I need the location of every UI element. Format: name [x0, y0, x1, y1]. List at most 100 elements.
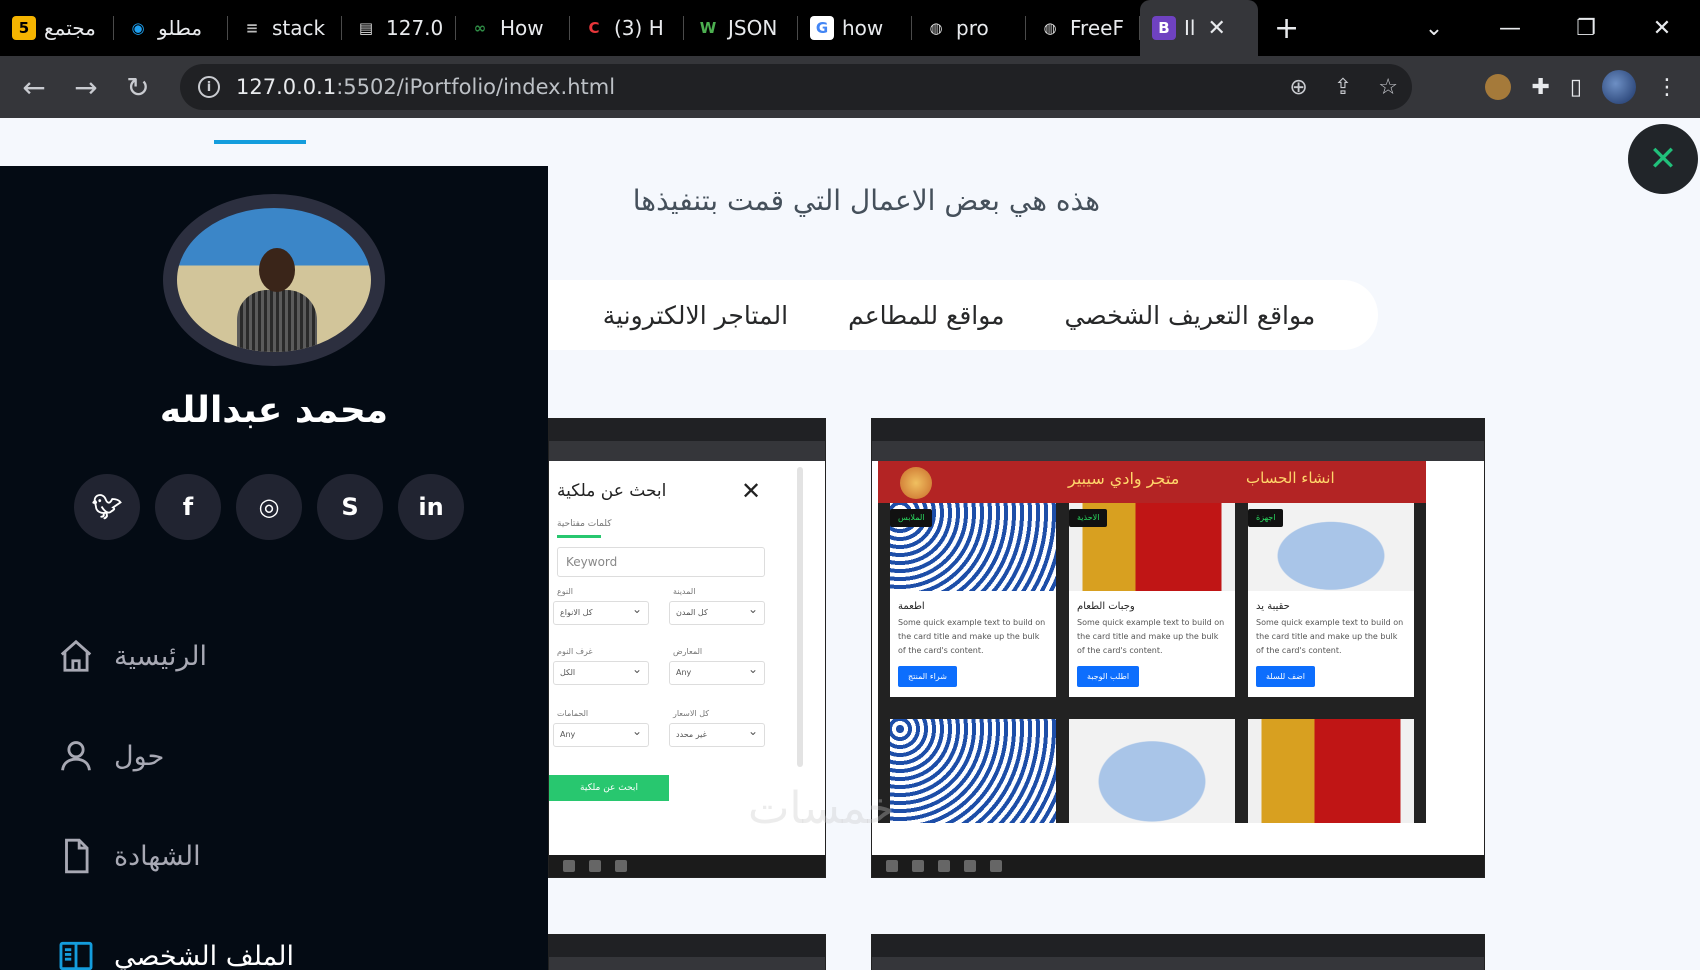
browser-tab[interactable]: ≡ stack — [228, 0, 342, 56]
mini-toolbar — [549, 441, 825, 461]
tab-title: stack — [272, 16, 326, 40]
mini-tab-bar — [872, 935, 1484, 957]
extension-icon[interactable] — [1485, 74, 1512, 100]
site-info-icon[interactable]: i — [198, 76, 220, 98]
product-text: Some quick example text to build on the … — [898, 618, 1046, 655]
product-badge: الملابس — [890, 509, 933, 527]
tab-active[interactable]: B Il ✕ — [1140, 0, 1258, 56]
extension-area: ✚ ▯ ⋮ — [1485, 56, 1700, 118]
favicon-icon: 5 — [12, 16, 36, 40]
favicon-icon: C — [582, 16, 606, 40]
browser-tab-bar: 5 مجتمع ◉ مطلو ≡ stack ▤ 127.0 ∞ How C (3) H W JSON Gh… — [0, 0, 1700, 56]
browser-tab[interactable]: ▤ 127.0 — [342, 0, 456, 56]
product-button: اطلب الوجبة — [1077, 666, 1140, 687]
select-exhibits: Any — [669, 661, 765, 685]
browser-tab[interactable]: ◉ مطلو — [114, 0, 228, 56]
portfolio-item-partial[interactable] — [871, 934, 1485, 970]
product-badge: اجهزة — [1248, 509, 1284, 527]
tab-search-chevron-icon[interactable]: ⌄ — [1396, 16, 1472, 41]
reload-button[interactable]: ↻ — [112, 71, 164, 104]
mini-tab-bar — [549, 419, 825, 441]
url-text[interactable]: 127.0.0.1:5502/iPortfolio/index.html — [236, 75, 615, 99]
facebook-icon[interactable]: f — [155, 474, 221, 540]
restore-button[interactable]: ❐ — [1548, 16, 1624, 41]
address-bar[interactable]: i 127.0.0.1:5502/iPortfolio/index.html ⊕… — [180, 64, 1412, 110]
browser-tab[interactable]: 5 مجتمع — [0, 0, 114, 56]
browser-tab[interactable]: ◍ FreeF — [1026, 0, 1140, 56]
mini-toolbar — [549, 957, 825, 970]
product-title: وجبات الطعام — [1077, 601, 1135, 612]
favicon-icon: ≡ — [240, 16, 264, 40]
browser-tab[interactable]: Ghow — [798, 0, 912, 56]
skype-icon[interactable]: S — [317, 474, 383, 540]
side-panel-icon[interactable]: ▯ — [1570, 75, 1582, 100]
label-city: المدينة — [673, 587, 696, 596]
close-icon: ✕ — [1648, 139, 1678, 179]
product-title: حقيبة يد — [1256, 601, 1290, 612]
filter-ecommerce[interactable]: المتاجر الالكترونية — [603, 301, 788, 330]
close-tab-icon[interactable]: ✕ — [1207, 16, 1225, 41]
profile-person-head — [259, 248, 295, 292]
twitter-icon[interactable]: 🐦︎ — [74, 474, 140, 540]
tab-title: مطلو — [158, 16, 203, 40]
browser-tab[interactable]: W JSON — [684, 0, 798, 56]
browser-tab[interactable]: ∞ How — [456, 0, 570, 56]
back-button[interactable]: ← — [8, 71, 60, 104]
product-card — [890, 719, 1056, 823]
favicon-icon: ▤ — [354, 16, 378, 40]
puzzle-icon[interactable]: ✚ — [1531, 75, 1549, 100]
zoom-icon[interactable]: ⊕ — [1289, 75, 1307, 100]
product-card — [1248, 719, 1414, 823]
profile-person-body — [237, 290, 317, 352]
close-sidebar-button[interactable]: ✕ — [1628, 124, 1698, 194]
product-button: شراء المنتج — [898, 666, 957, 687]
shop-logo — [900, 467, 932, 499]
section-underline — [214, 140, 306, 144]
bookmark-star-icon[interactable]: ☆ — [1378, 75, 1398, 100]
label-bedrooms: غرف النوم — [557, 647, 593, 656]
minimize-button[interactable]: — — [1472, 16, 1548, 41]
product-image — [890, 719, 1056, 823]
label-type: النوع — [557, 587, 573, 596]
menu-kebab-icon[interactable]: ⋮ — [1656, 75, 1678, 100]
browser-tab[interactable]: ◍ pro — [912, 0, 1026, 56]
select-city: كل المدن — [669, 601, 765, 625]
window-controls: ⌄ — ❐ ✕ — [1396, 0, 1700, 56]
browser-tab[interactable]: C (3) H — [570, 0, 684, 56]
sidebar: محمد عبدالله 🐦︎ f ◎ S in الرئيسية حول ال… — [0, 166, 548, 970]
subtitle-underline — [557, 535, 601, 538]
sidebar-item-certificate[interactable]: الشهادة — [56, 806, 294, 906]
shop-grid: الملابس اطعمة Some quick example text to… — [878, 503, 1426, 823]
profile-avatar[interactable] — [1602, 70, 1636, 104]
product-title: اطعمة — [898, 601, 925, 612]
portfolio-item-shop[interactable]: متجر وادي سيبير انشاء الحساب الملابس اطع… — [871, 418, 1485, 878]
portfolio-item-partial[interactable] — [548, 934, 826, 970]
filter-personal-sites[interactable]: مواقع التعريف الشخصي — [1065, 301, 1316, 330]
sidebar-item-portfolio[interactable]: الملف الشخصي — [56, 906, 294, 970]
forward-button[interactable]: → — [60, 71, 112, 104]
portfolio-title: هذه هي بعض الاعمال التي قمت بتنفيذها — [632, 184, 1100, 217]
sidebar-item-home[interactable]: الرئيسية — [56, 606, 294, 706]
instagram-icon[interactable]: ◎ — [236, 474, 302, 540]
profile-photo — [163, 194, 385, 366]
filter-restaurant-sites[interactable]: مواقع للمطاعم — [848, 301, 1004, 330]
sidebar-item-about[interactable]: حول — [56, 706, 294, 806]
tab-title: pro — [956, 16, 989, 40]
tab-title: JSON — [728, 16, 778, 40]
close-window-button[interactable]: ✕ — [1624, 16, 1700, 41]
sidebar-item-label: حول — [114, 740, 165, 772]
sidebar-nav: الرئيسية حول الشهادة الملف الشخصي — [56, 606, 294, 970]
linkedin-icon[interactable]: in — [398, 474, 464, 540]
tab-title: (3) H — [614, 16, 664, 40]
product-badge: الاحذية — [1069, 509, 1108, 527]
share-icon[interactable]: ⇪ — [1334, 75, 1352, 100]
mini-taskbar — [549, 855, 825, 877]
product-card: الاحذية وجبات الطعام Some quick example … — [1069, 503, 1235, 697]
new-tab-button[interactable]: + — [1258, 11, 1315, 46]
tab-title: 127.0 — [386, 16, 444, 40]
omnibox-actions: ⊕ ⇪ ☆ — [1289, 64, 1398, 110]
profile-person — [237, 248, 317, 352]
sidebar-item-label: الرئيسية — [114, 640, 207, 672]
product-image: الاحذية — [1069, 503, 1235, 591]
favicon-icon: ◍ — [1038, 16, 1062, 40]
